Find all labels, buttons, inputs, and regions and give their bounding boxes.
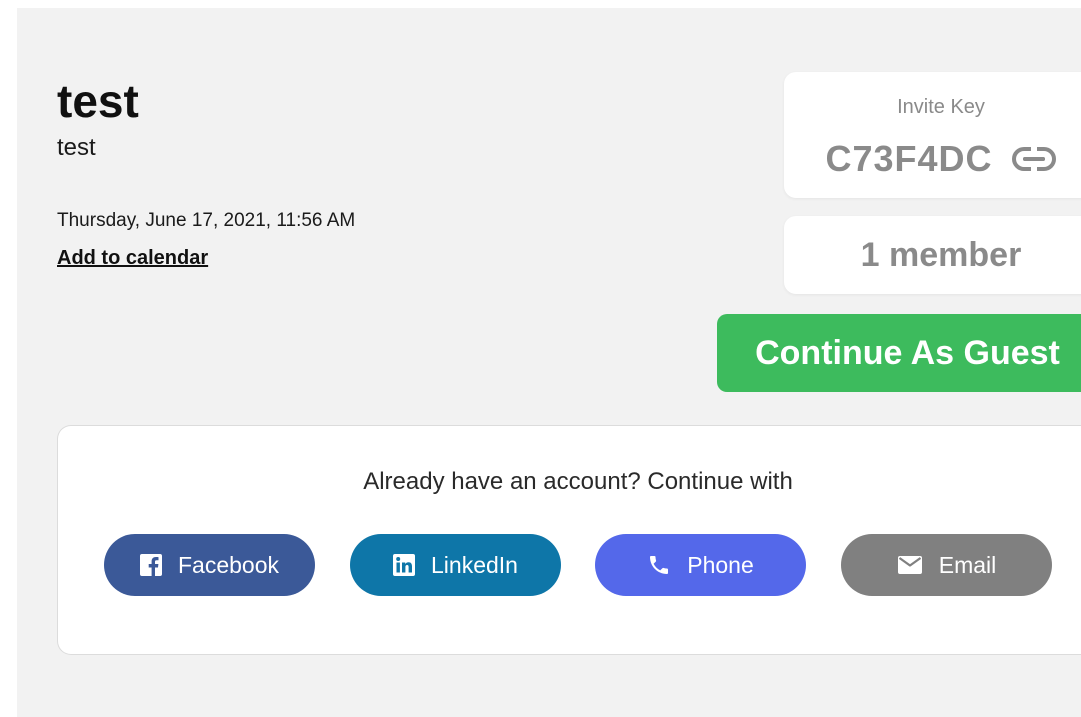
event-title: test xyxy=(57,75,139,127)
facebook-label: Facebook xyxy=(177,551,279,578)
event-description: test xyxy=(57,134,96,161)
invite-key-row: C73F4DC xyxy=(784,138,1081,180)
invite-key-label: Invite Key xyxy=(897,96,985,118)
envelope-icon xyxy=(897,555,923,575)
continue-as-guest-button[interactable]: Continue As Guest xyxy=(717,314,1081,392)
invite-key-card: Invite Key C73F4DC xyxy=(784,72,1081,198)
member-count: 1 member xyxy=(860,235,1022,274)
event-panel: test test Thursday, June 17, 2021, 11:56… xyxy=(17,8,1081,717)
link-icon[interactable] xyxy=(1011,145,1057,173)
linkedin-label: LinkedIn xyxy=(431,551,518,578)
linkedin-icon xyxy=(393,554,416,576)
event-datetime: Thursday, June 17, 2021, 11:56 AM xyxy=(57,210,356,231)
facebook-login-button[interactable]: Facebook xyxy=(104,534,315,596)
phone-icon xyxy=(647,553,671,577)
member-count-card: 1 member xyxy=(784,216,1081,294)
login-prompt: Already have an account? Continue with xyxy=(363,468,793,495)
phone-label: Phone xyxy=(687,551,754,578)
add-to-calendar-link[interactable]: Add to calendar xyxy=(57,248,208,268)
login-options-card: Already have an account? Continue with F… xyxy=(57,425,1081,655)
invite-key-value: C73F4DC xyxy=(825,138,993,179)
linkedin-login-button[interactable]: LinkedIn xyxy=(350,534,561,596)
email-login-button[interactable]: Email xyxy=(841,534,1052,596)
phone-login-button[interactable]: Phone xyxy=(595,534,806,596)
facebook-icon xyxy=(139,554,162,576)
email-label: Email xyxy=(938,551,997,578)
